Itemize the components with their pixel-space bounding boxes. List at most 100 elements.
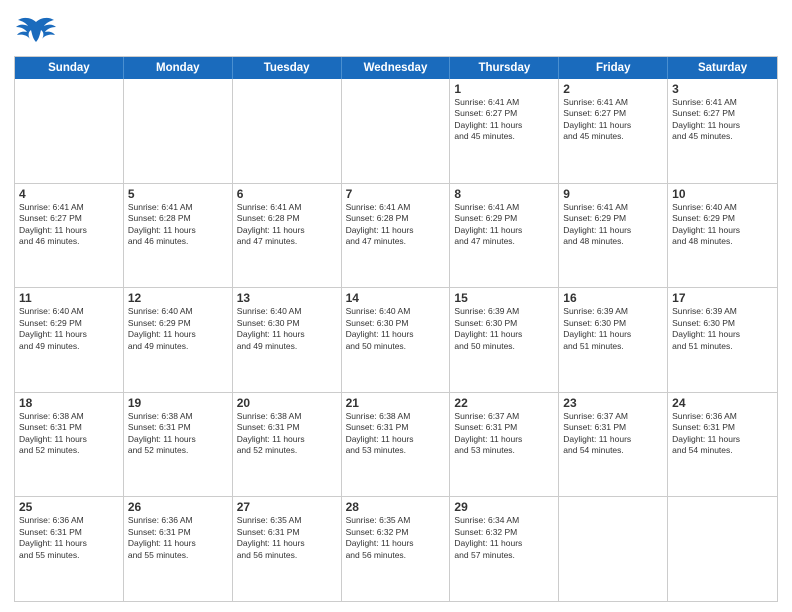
day-cell-22: 22Sunrise: 6:37 AMSunset: 6:31 PMDayligh… <box>450 393 559 497</box>
day-header-tuesday: Tuesday <box>233 57 342 79</box>
day-info: Sunrise: 6:40 AMSunset: 6:29 PMDaylight:… <box>128 306 228 352</box>
day-number: 23 <box>563 396 663 410</box>
day-number: 26 <box>128 500 228 514</box>
calendar-body: 1Sunrise: 6:41 AMSunset: 6:27 PMDaylight… <box>15 79 777 601</box>
day-number: 28 <box>346 500 446 514</box>
day-info: Sunrise: 6:41 AMSunset: 6:27 PMDaylight:… <box>454 97 554 143</box>
week-row-2: 4Sunrise: 6:41 AMSunset: 6:27 PMDaylight… <box>15 184 777 289</box>
day-number: 29 <box>454 500 554 514</box>
day-info: Sunrise: 6:38 AMSunset: 6:31 PMDaylight:… <box>237 411 337 457</box>
day-info: Sunrise: 6:38 AMSunset: 6:31 PMDaylight:… <box>346 411 446 457</box>
day-number: 8 <box>454 187 554 201</box>
day-info: Sunrise: 6:41 AMSunset: 6:27 PMDaylight:… <box>563 97 663 143</box>
day-number: 25 <box>19 500 119 514</box>
day-cell-6: 6Sunrise: 6:41 AMSunset: 6:28 PMDaylight… <box>233 184 342 288</box>
day-number: 14 <box>346 291 446 305</box>
week-row-4: 18Sunrise: 6:38 AMSunset: 6:31 PMDayligh… <box>15 393 777 498</box>
day-info: Sunrise: 6:35 AMSunset: 6:32 PMDaylight:… <box>346 515 446 561</box>
day-cell-21: 21Sunrise: 6:38 AMSunset: 6:31 PMDayligh… <box>342 393 451 497</box>
day-header-sunday: Sunday <box>15 57 124 79</box>
day-cell-9: 9Sunrise: 6:41 AMSunset: 6:29 PMDaylight… <box>559 184 668 288</box>
day-header-monday: Monday <box>124 57 233 79</box>
day-number: 10 <box>672 187 773 201</box>
day-info: Sunrise: 6:41 AMSunset: 6:28 PMDaylight:… <box>128 202 228 248</box>
day-info: Sunrise: 6:40 AMSunset: 6:30 PMDaylight:… <box>346 306 446 352</box>
day-cell-4: 4Sunrise: 6:41 AMSunset: 6:27 PMDaylight… <box>15 184 124 288</box>
day-info: Sunrise: 6:36 AMSunset: 6:31 PMDaylight:… <box>19 515 119 561</box>
day-info: Sunrise: 6:40 AMSunset: 6:30 PMDaylight:… <box>237 306 337 352</box>
day-cell-28: 28Sunrise: 6:35 AMSunset: 6:32 PMDayligh… <box>342 497 451 601</box>
day-cell-8: 8Sunrise: 6:41 AMSunset: 6:29 PMDaylight… <box>450 184 559 288</box>
day-info: Sunrise: 6:40 AMSunset: 6:29 PMDaylight:… <box>19 306 119 352</box>
day-cell-3: 3Sunrise: 6:41 AMSunset: 6:27 PMDaylight… <box>668 79 777 183</box>
day-cell-13: 13Sunrise: 6:40 AMSunset: 6:30 PMDayligh… <box>233 288 342 392</box>
day-cell-11: 11Sunrise: 6:40 AMSunset: 6:29 PMDayligh… <box>15 288 124 392</box>
empty-cell <box>668 497 777 601</box>
week-row-1: 1Sunrise: 6:41 AMSunset: 6:27 PMDaylight… <box>15 79 777 184</box>
day-info: Sunrise: 6:41 AMSunset: 6:29 PMDaylight:… <box>563 202 663 248</box>
day-info: Sunrise: 6:41 AMSunset: 6:28 PMDaylight:… <box>346 202 446 248</box>
calendar-header: SundayMondayTuesdayWednesdayThursdayFrid… <box>15 57 777 79</box>
logo-icon <box>14 14 58 50</box>
day-cell-19: 19Sunrise: 6:38 AMSunset: 6:31 PMDayligh… <box>124 393 233 497</box>
week-row-5: 25Sunrise: 6:36 AMSunset: 6:31 PMDayligh… <box>15 497 777 601</box>
day-info: Sunrise: 6:37 AMSunset: 6:31 PMDaylight:… <box>563 411 663 457</box>
day-info: Sunrise: 6:39 AMSunset: 6:30 PMDaylight:… <box>563 306 663 352</box>
day-info: Sunrise: 6:41 AMSunset: 6:27 PMDaylight:… <box>19 202 119 248</box>
day-cell-27: 27Sunrise: 6:35 AMSunset: 6:31 PMDayligh… <box>233 497 342 601</box>
day-number: 12 <box>128 291 228 305</box>
day-number: 18 <box>19 396 119 410</box>
day-cell-10: 10Sunrise: 6:40 AMSunset: 6:29 PMDayligh… <box>668 184 777 288</box>
calendar: SundayMondayTuesdayWednesdayThursdayFrid… <box>14 56 778 602</box>
day-info: Sunrise: 6:34 AMSunset: 6:32 PMDaylight:… <box>454 515 554 561</box>
day-number: 13 <box>237 291 337 305</box>
day-cell-14: 14Sunrise: 6:40 AMSunset: 6:30 PMDayligh… <box>342 288 451 392</box>
day-number: 16 <box>563 291 663 305</box>
day-number: 4 <box>19 187 119 201</box>
day-cell-18: 18Sunrise: 6:38 AMSunset: 6:31 PMDayligh… <box>15 393 124 497</box>
day-number: 3 <box>672 82 773 96</box>
day-number: 27 <box>237 500 337 514</box>
day-cell-25: 25Sunrise: 6:36 AMSunset: 6:31 PMDayligh… <box>15 497 124 601</box>
day-cell-29: 29Sunrise: 6:34 AMSunset: 6:32 PMDayligh… <box>450 497 559 601</box>
day-info: Sunrise: 6:37 AMSunset: 6:31 PMDaylight:… <box>454 411 554 457</box>
day-cell-5: 5Sunrise: 6:41 AMSunset: 6:28 PMDaylight… <box>124 184 233 288</box>
day-header-thursday: Thursday <box>450 57 559 79</box>
day-number: 11 <box>19 291 119 305</box>
day-info: Sunrise: 6:38 AMSunset: 6:31 PMDaylight:… <box>128 411 228 457</box>
day-info: Sunrise: 6:41 AMSunset: 6:27 PMDaylight:… <box>672 97 773 143</box>
day-number: 6 <box>237 187 337 201</box>
day-header-wednesday: Wednesday <box>342 57 451 79</box>
day-info: Sunrise: 6:39 AMSunset: 6:30 PMDaylight:… <box>672 306 773 352</box>
page: SundayMondayTuesdayWednesdayThursdayFrid… <box>0 0 792 612</box>
day-info: Sunrise: 6:41 AMSunset: 6:29 PMDaylight:… <box>454 202 554 248</box>
day-number: 9 <box>563 187 663 201</box>
day-info: Sunrise: 6:39 AMSunset: 6:30 PMDaylight:… <box>454 306 554 352</box>
day-info: Sunrise: 6:41 AMSunset: 6:28 PMDaylight:… <box>237 202 337 248</box>
day-cell-16: 16Sunrise: 6:39 AMSunset: 6:30 PMDayligh… <box>559 288 668 392</box>
day-header-saturday: Saturday <box>668 57 777 79</box>
empty-cell <box>342 79 451 183</box>
day-cell-12: 12Sunrise: 6:40 AMSunset: 6:29 PMDayligh… <box>124 288 233 392</box>
day-number: 20 <box>237 396 337 410</box>
day-number: 24 <box>672 396 773 410</box>
day-number: 22 <box>454 396 554 410</box>
day-cell-7: 7Sunrise: 6:41 AMSunset: 6:28 PMDaylight… <box>342 184 451 288</box>
day-cell-1: 1Sunrise: 6:41 AMSunset: 6:27 PMDaylight… <box>450 79 559 183</box>
day-cell-26: 26Sunrise: 6:36 AMSunset: 6:31 PMDayligh… <box>124 497 233 601</box>
day-cell-2: 2Sunrise: 6:41 AMSunset: 6:27 PMDaylight… <box>559 79 668 183</box>
week-row-3: 11Sunrise: 6:40 AMSunset: 6:29 PMDayligh… <box>15 288 777 393</box>
empty-cell <box>559 497 668 601</box>
day-info: Sunrise: 6:38 AMSunset: 6:31 PMDaylight:… <box>19 411 119 457</box>
header <box>14 10 778 50</box>
day-header-friday: Friday <box>559 57 668 79</box>
day-cell-20: 20Sunrise: 6:38 AMSunset: 6:31 PMDayligh… <box>233 393 342 497</box>
day-info: Sunrise: 6:35 AMSunset: 6:31 PMDaylight:… <box>237 515 337 561</box>
empty-cell <box>233 79 342 183</box>
day-number: 1 <box>454 82 554 96</box>
day-number: 15 <box>454 291 554 305</box>
day-info: Sunrise: 6:40 AMSunset: 6:29 PMDaylight:… <box>672 202 773 248</box>
day-cell-24: 24Sunrise: 6:36 AMSunset: 6:31 PMDayligh… <box>668 393 777 497</box>
day-number: 5 <box>128 187 228 201</box>
day-cell-23: 23Sunrise: 6:37 AMSunset: 6:31 PMDayligh… <box>559 393 668 497</box>
